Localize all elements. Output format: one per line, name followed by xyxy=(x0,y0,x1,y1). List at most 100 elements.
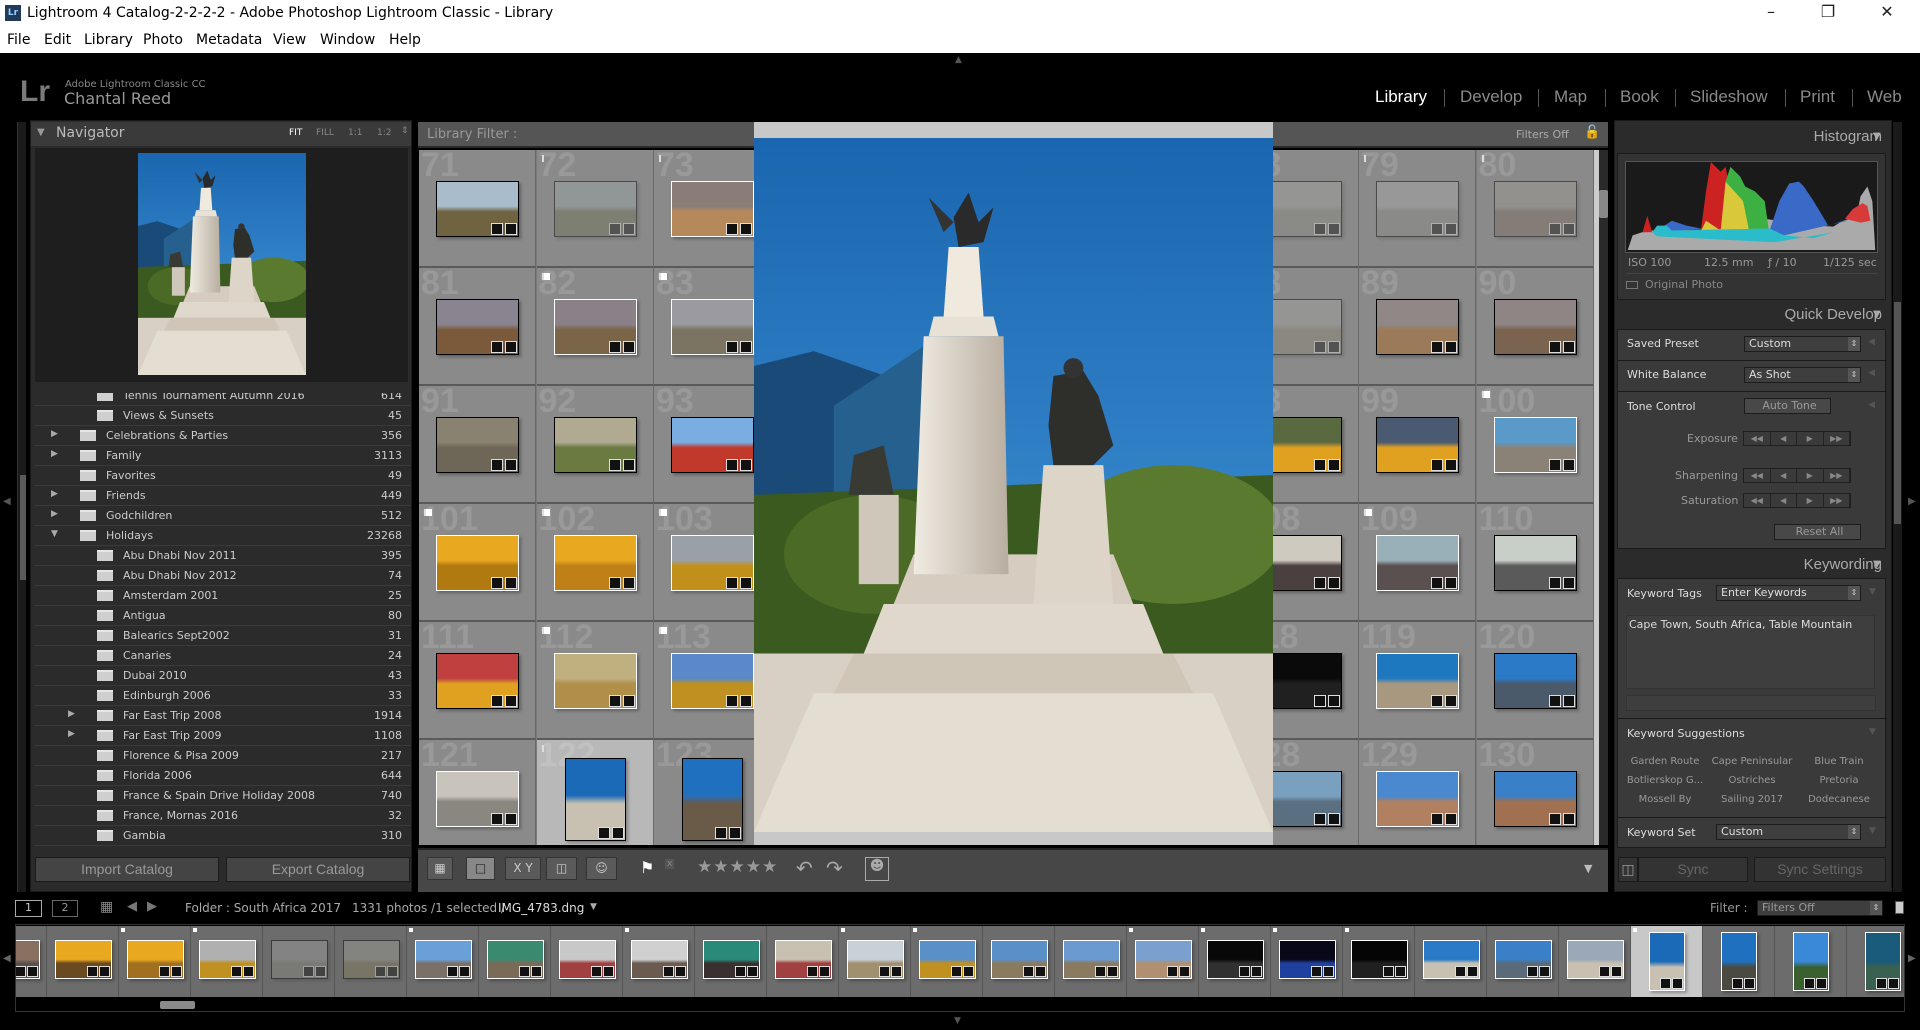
expand-left-panel-arrow[interactable]: ◀ xyxy=(3,496,11,507)
filmstrip-thumbnail[interactable] xyxy=(342,940,400,979)
reset-all-button[interactable]: Reset All xyxy=(1774,524,1861,540)
flag-icon[interactable] xyxy=(841,928,845,932)
zoom-stepper-icon[interactable]: ⇕ xyxy=(401,126,409,136)
photo-thumbnail[interactable] xyxy=(1493,417,1577,473)
photo-thumbnail[interactable] xyxy=(553,181,637,237)
saturation-stepper[interactable]: ◀◀ ◀ ▶ ▶▶ xyxy=(1743,493,1851,508)
menu-edit[interactable]: Edit xyxy=(44,32,71,48)
module-web[interactable]: Web xyxy=(1867,87,1902,107)
grid-cell[interactable]: 119 xyxy=(1359,622,1476,740)
flag-icon[interactable] xyxy=(541,627,550,634)
photo-thumbnail[interactable] xyxy=(564,758,626,841)
keyword-tags-mode-dropdown[interactable]: Enter Keywords ⇕ xyxy=(1716,585,1861,601)
filmstrip-cell[interactable] xyxy=(191,926,263,997)
selected-filename[interactable]: IMG_4783.dng xyxy=(498,901,584,915)
filter-lock-toggle[interactable] xyxy=(1895,901,1904,914)
photo-thumbnail[interactable] xyxy=(553,299,637,355)
star-icon[interactable]: ★ xyxy=(762,857,778,877)
filmstrip-thumbnail[interactable] xyxy=(1134,940,1192,979)
grid-cell[interactable]: 90 xyxy=(1476,268,1594,386)
star-icon[interactable]: ★ xyxy=(697,857,713,877)
keywording-collapse-icon[interactable]: ▼ xyxy=(1873,559,1881,570)
grid-cell[interactable]: 109 xyxy=(1359,504,1476,622)
filmstrip-cell[interactable] xyxy=(1055,926,1127,997)
filmstrip-thumbnail[interactable] xyxy=(1062,940,1120,979)
expand-arrow-icon[interactable]: ◀ xyxy=(1868,400,1875,410)
filmstrip-thumbnail[interactable] xyxy=(1721,932,1757,991)
filmstrip-thumbnail[interactable] xyxy=(1206,940,1264,979)
grid-cell[interactable]: 71 xyxy=(419,150,536,268)
export-catalog-button[interactable]: Export Catalog xyxy=(226,857,410,882)
close-button[interactable]: ✕ xyxy=(1872,2,1902,21)
loupe-overlay[interactable] xyxy=(754,122,1273,845)
filmstrip-cell[interactable] xyxy=(479,926,551,997)
filmstrip-cell[interactable] xyxy=(263,926,335,997)
flag-icon[interactable] xyxy=(913,928,917,932)
grid-cell[interactable]: 112 xyxy=(536,622,654,740)
filmstrip-thumbnail[interactable] xyxy=(630,940,688,979)
filmstrip-thumbnail[interactable] xyxy=(486,940,544,979)
keyword-suggestion[interactable]: Mossell By xyxy=(1622,794,1708,805)
back-arrow-icon[interactable]: ◀ xyxy=(127,899,137,914)
filmstrip-thumbnail[interactable] xyxy=(126,940,184,979)
flag-icon[interactable] xyxy=(625,928,629,932)
flag-icon[interactable] xyxy=(659,509,667,516)
crop-overlay-icon[interactable]: ☻ xyxy=(865,857,889,881)
module-print[interactable]: Print xyxy=(1800,87,1835,107)
keyword-set-dropdown[interactable]: Custom ⇕ xyxy=(1716,824,1861,840)
flag-icon[interactable] xyxy=(541,509,550,516)
filmstrip-thumbnail[interactable] xyxy=(198,940,256,979)
photo-thumbnail[interactable] xyxy=(1376,181,1459,237)
left-panel-scrollbar[interactable] xyxy=(20,475,26,580)
flag-icon[interactable] xyxy=(193,928,197,932)
photo-thumbnail[interactable] xyxy=(671,181,754,237)
photo-thumbnail[interactable] xyxy=(1376,653,1459,709)
folder-item[interactable]: Gambia 310 xyxy=(34,826,410,846)
folder-item[interactable]: Canaries 24 xyxy=(34,646,410,666)
photo-thumbnail[interactable] xyxy=(553,417,637,473)
expand-triangle-icon[interactable]: ▶ xyxy=(51,449,58,459)
folder-item[interactable]: ▶ Friends 449 xyxy=(34,486,410,506)
filmstrip-thumbnail[interactable] xyxy=(1422,940,1480,979)
folder-item[interactable]: Antigua 80 xyxy=(34,606,410,626)
menu-file[interactable]: File xyxy=(7,32,30,48)
navigator-preview-area[interactable] xyxy=(35,148,408,382)
folder-item[interactable]: ▶ Godchildren 512 xyxy=(34,506,410,526)
folder-item[interactable]: Dubai 2010 43 xyxy=(34,666,410,686)
filmstrip-thumbnail[interactable] xyxy=(774,940,832,979)
photo-thumbnail[interactable] xyxy=(1376,535,1459,591)
grid-cell[interactable]: 80 xyxy=(1476,150,1594,268)
flag-icon[interactable] xyxy=(541,745,550,752)
photo-thumbnail[interactable] xyxy=(1376,299,1459,355)
rotate-right-icon[interactable]: ↷ xyxy=(826,856,843,880)
filmstrip-cell[interactable] xyxy=(407,926,479,997)
folder-item[interactable]: Views & Sunsets 45 xyxy=(34,406,410,426)
expand-triangle-icon[interactable]: ▶ xyxy=(51,429,58,439)
original-photo-checkbox[interactable] xyxy=(1626,281,1638,289)
photo-thumbnail[interactable] xyxy=(671,299,754,355)
quick-develop-title[interactable]: Quick Develop xyxy=(1784,306,1882,323)
filter-preset-dropdown[interactable]: Filters Off xyxy=(1516,128,1569,141)
grid-scrollbar-thumb[interactable] xyxy=(1599,190,1608,218)
filmstrip-thumbnail[interactable] xyxy=(990,940,1048,979)
keyword-suggestion[interactable]: Ostriches xyxy=(1709,775,1795,786)
filmstrip-cell[interactable] xyxy=(839,926,911,997)
photo-thumbnail[interactable] xyxy=(1493,535,1577,591)
loupe-image[interactable] xyxy=(754,138,1273,832)
filmstrip-cell[interactable] xyxy=(1199,926,1271,997)
loupe-view-button[interactable]: □ xyxy=(466,857,495,880)
filmstrip-thumbnail[interactable] xyxy=(702,940,760,979)
histogram-title[interactable]: Histogram xyxy=(1814,128,1882,145)
minimize-button[interactable]: – xyxy=(1756,2,1786,21)
filmstrip-cell[interactable] xyxy=(47,926,119,997)
folder-item[interactable]: Abu Dhabi Nov 2011 395 xyxy=(34,546,410,566)
grid-cell[interactable]: 110 xyxy=(1476,504,1594,622)
star-icon[interactable]: ★ xyxy=(713,857,729,877)
flag-icon[interactable] xyxy=(1481,391,1490,398)
expand-arrow-icon[interactable]: ◀ xyxy=(1868,368,1875,378)
import-catalog-button[interactable]: Import Catalog xyxy=(35,857,219,882)
grid-cell[interactable]: 99 xyxy=(1359,386,1476,504)
grid-cell[interactable]: 120 xyxy=(1476,622,1594,740)
filmstrip-thumbnail[interactable] xyxy=(558,940,616,979)
forward-arrow-icon[interactable]: ▶ xyxy=(147,899,157,914)
